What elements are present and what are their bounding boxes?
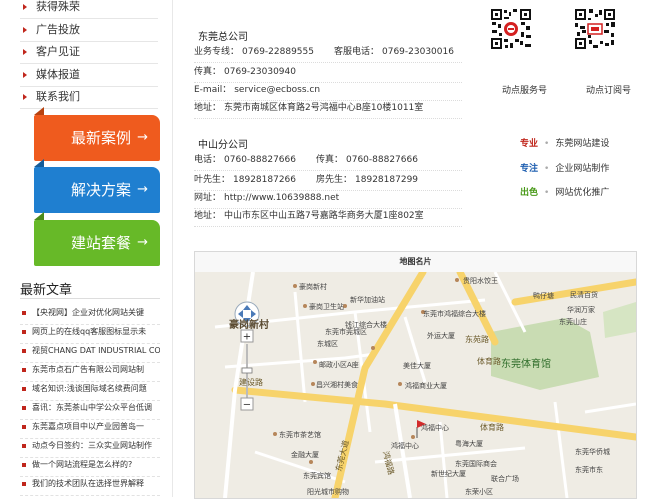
zhongshan-office-title: 中山分公司 (198, 140, 248, 151)
svg-text:豪岗新村: 豪岗新村 (299, 282, 327, 291)
arrow-right-icon: → (137, 182, 148, 197)
svg-text:外运大厦: 外运大厦 (427, 331, 455, 340)
qr-code-service (490, 8, 532, 50)
article-link[interactable]: 我们的技术团队在选择世界解释 (20, 473, 160, 496)
svg-text:−: − (243, 400, 251, 411)
nav-item-contact[interactable]: 联系我们 (20, 86, 158, 109)
svg-text:+: + (243, 332, 251, 343)
svg-text:新世纪大厦: 新世纪大厦 (431, 469, 466, 478)
zhongshan-phones-row: 电话： 0760-88827666 传真： 0760-88827666 (194, 150, 462, 171)
svg-text:东莞国际商会: 东莞国际商会 (455, 459, 497, 468)
bullet-icon (23, 27, 27, 33)
svg-text:美佳大厦: 美佳大厦 (403, 361, 431, 370)
svg-text:钱江综合大楼: 钱江综合大楼 (345, 320, 387, 329)
svg-text:豪岗新村: 豪岗新村 (229, 318, 269, 331)
svg-text:东莞市东: 东莞市东 (575, 465, 603, 474)
divider (20, 298, 160, 299)
map-canvas[interactable]: + − 豪岗新村 新华加油站 豪岗卫生站 东莞市莞城区 钱江综合大楼 东莞市鸿福… (195, 272, 636, 498)
svg-text:东荣小区: 东荣小区 (465, 487, 493, 496)
qr-caption-service: 动点服务号 (502, 86, 548, 96)
dongguan-office-title: 东莞总公司 (198, 32, 248, 43)
svg-text:鸿福中心: 鸿福中心 (391, 441, 419, 450)
svg-text:华润万家: 华润万家 (567, 305, 595, 314)
svg-text:鸿福中心: 鸿福中心 (421, 423, 449, 432)
site-packages-button[interactable]: 建站套餐 → (34, 212, 160, 266)
svg-text:阳光城市购物: 阳光城市购物 (307, 487, 349, 496)
nav-item-media[interactable]: 媒体报道 (20, 64, 158, 87)
svg-text:豪岗卫生站: 豪岗卫生站 (309, 302, 344, 311)
svg-text:贵阳水饺王: 贵阳水饺王 (463, 276, 498, 285)
svg-text:邮政小区A座: 邮政小区A座 (319, 360, 359, 369)
svg-text:东莞宾馆: 东莞宾馆 (303, 471, 331, 480)
nav-item-testimonials[interactable]: 客户见证 (20, 41, 158, 64)
bullet-icon (23, 4, 27, 10)
svg-text:东莞山庄: 东莞山庄 (559, 317, 587, 326)
bullet-icon (23, 49, 27, 55)
service-item: 专注 • 企业网站制作 (520, 164, 610, 174)
svg-text:建设路: 建设路 (239, 377, 263, 387)
svg-text:粤海大厦: 粤海大厦 (455, 439, 483, 448)
service-item: 专业 • 东莞网站建设 (520, 139, 610, 149)
solutions-button[interactable]: 解决方案 → (34, 159, 160, 213)
qr-code-icon (574, 8, 616, 50)
nav-item-ads[interactable]: 广告投放 (20, 19, 158, 42)
svg-text:联合广场: 联合广场 (491, 474, 519, 483)
qr-code-icon (490, 8, 532, 50)
svg-text:东莞体育馆: 东莞体育馆 (501, 357, 551, 370)
svg-text:新华加油站: 新华加油站 (350, 295, 385, 304)
zhongshan-address-row: 地址： 中山市东区中山五路7号嘉路华商务大厦1座802室 (194, 206, 462, 227)
dongguan-address-row: 地址： 东莞市南城区体育路2号鸿福中心B座10楼1011室 (194, 98, 462, 119)
qr-code-subscribe (574, 8, 616, 50)
svg-text:鸿福商业大厦: 鸿福商业大厦 (405, 381, 447, 390)
nav-item-awards[interactable]: 获得殊荣 (20, 0, 158, 19)
svg-text:昌兴湘村美食: 昌兴湘村美食 (316, 380, 358, 389)
svg-text:金融大厦: 金融大厦 (291, 450, 319, 459)
column-divider (172, 0, 173, 497)
svg-text:东莞市鸿福综合大楼: 东莞市鸿福综合大楼 (423, 309, 486, 318)
map-card[interactable]: 地图名片 + − 豪岗新村 新华加油站 豪岗卫生站 东莞市莞城区 钱江综合大楼 … (194, 251, 637, 499)
arrow-right-icon: → (137, 130, 148, 145)
svg-text:体育路: 体育路 (480, 422, 504, 432)
latest-cases-button[interactable]: 最新案例 → (34, 107, 160, 161)
bullet-icon (23, 94, 27, 100)
svg-text:东莞市茶艺馆: 东莞市茶艺馆 (279, 430, 321, 439)
arrow-right-icon: → (137, 235, 148, 250)
qr-caption-subscribe: 动点订阅号 (586, 86, 632, 96)
left-sidebar: 获得殊荣 广告投放 客户见证 媒体报道 联系我们 最新案例 → 解决方案 → 建… (0, 0, 172, 497)
svg-text:东城区: 东城区 (317, 339, 338, 348)
svg-text:东苑路: 东苑路 (465, 334, 489, 344)
dongguan-phones-row: 业务专线： 0769-22889555 客服电话： 0769-23030016 (194, 42, 462, 63)
service-item: 出色 • 网站优化推广 (520, 188, 610, 198)
svg-text:东莞华侨城: 东莞华侨城 (575, 447, 610, 456)
map-title: 地图名片 (195, 252, 636, 273)
latest-articles-title: 最新文章 (20, 283, 73, 298)
svg-text:民清百货: 民清百货 (570, 290, 598, 299)
svg-text:鸭仔塘: 鸭仔塘 (533, 291, 554, 300)
svg-text:体育路: 体育路 (477, 356, 501, 366)
bullet-icon (23, 72, 27, 78)
